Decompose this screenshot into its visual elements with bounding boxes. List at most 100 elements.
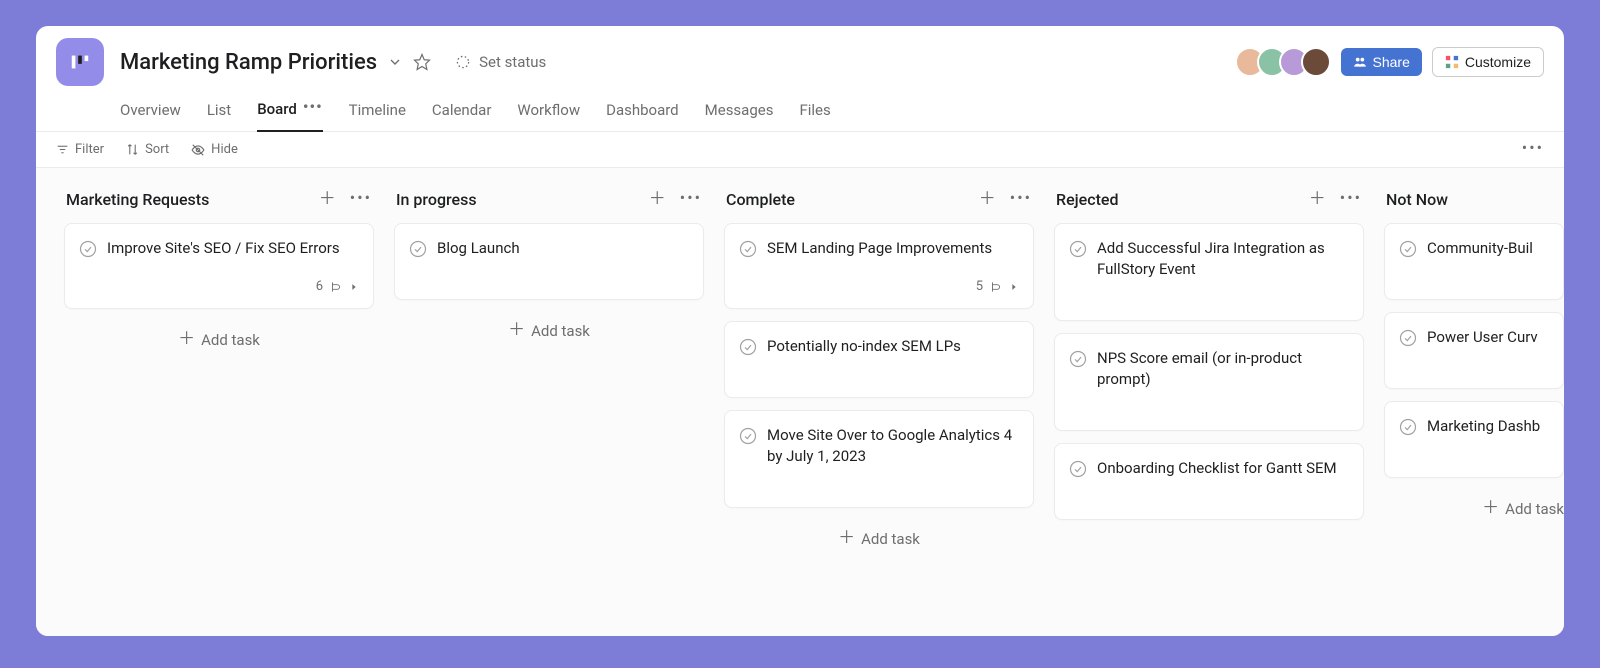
complete-check-icon[interactable] xyxy=(79,240,97,258)
complete-check-icon[interactable] xyxy=(1069,240,1087,258)
task-card[interactable]: Community-Buil xyxy=(1384,223,1564,300)
add-task-button[interactable]: ＋ Add task xyxy=(724,520,1034,558)
task-title: Community-Buil xyxy=(1427,238,1533,259)
card-meta: 5 xyxy=(739,279,1019,294)
tab-label: Board xyxy=(257,100,297,118)
sort-button[interactable]: Sort xyxy=(126,142,169,157)
tab-label: Messages xyxy=(705,101,774,119)
column-in-progress: In progress ＋ ••• Blog Launch ＋ Add task xyxy=(384,186,714,636)
status-ring-icon xyxy=(455,54,471,70)
tab-dashboard[interactable]: Dashboard xyxy=(606,92,679,131)
avatar[interactable] xyxy=(1301,47,1331,77)
task-title: Potentially no-index SEM LPs xyxy=(767,336,961,357)
tab-board[interactable]: Board ••• xyxy=(257,92,322,132)
complete-check-icon[interactable] xyxy=(1069,350,1087,368)
hide-button[interactable]: Hide xyxy=(191,142,238,157)
complete-check-icon[interactable] xyxy=(409,240,427,258)
complete-check-icon[interactable] xyxy=(739,240,757,258)
tab-files[interactable]: Files xyxy=(799,92,830,131)
card-meta: 6 xyxy=(79,279,359,294)
project-header: Marketing Ramp Priorities Set status xyxy=(36,26,1564,132)
filter-button[interactable]: Filter xyxy=(56,142,104,157)
add-task-label: Add task xyxy=(531,322,590,340)
share-button[interactable]: Share xyxy=(1341,48,1422,76)
board-area: Marketing Requests ＋ ••• Improve Site's … xyxy=(36,168,1564,636)
add-task-label: Add task xyxy=(1505,500,1564,518)
column-marketing-requests: Marketing Requests ＋ ••• Improve Site's … xyxy=(54,186,384,636)
task-card[interactable]: Marketing Dashb xyxy=(1384,401,1564,478)
set-status-button[interactable]: Set status xyxy=(455,53,546,71)
people-icon xyxy=(1353,55,1367,69)
column-rejected: Rejected ＋ ••• Add Successful Jira Integ… xyxy=(1044,186,1374,636)
title-wrap: Marketing Ramp Priorities Set status xyxy=(120,50,546,75)
column-title[interactable]: In progress xyxy=(396,190,477,209)
tab-label: Overview xyxy=(120,101,181,119)
sort-icon xyxy=(126,143,139,156)
filter-icon xyxy=(56,143,69,156)
header-top-row: Marketing Ramp Priorities Set status xyxy=(56,38,1544,86)
member-avatars[interactable] xyxy=(1243,47,1331,77)
customize-button[interactable]: Customize xyxy=(1432,47,1544,77)
column-header: Marketing Requests ＋ ••• xyxy=(64,186,374,223)
column-title[interactable]: Marketing Requests xyxy=(66,190,209,209)
set-status-label: Set status xyxy=(479,53,546,71)
subtasks-icon xyxy=(329,280,343,294)
board-toolbar: Filter Sort Hide ••• xyxy=(36,132,1564,168)
column-header: Complete ＋ ••• xyxy=(724,186,1034,223)
complete-check-icon[interactable] xyxy=(739,427,757,445)
task-title: Marketing Dashb xyxy=(1427,416,1540,437)
complete-check-icon[interactable] xyxy=(739,338,757,356)
task-card[interactable]: Move Site Over to Google Analytics 4 by … xyxy=(724,410,1034,508)
task-card[interactable]: Power User Curv xyxy=(1384,312,1564,389)
tab-overview[interactable]: Overview xyxy=(120,92,181,131)
complete-check-icon[interactable] xyxy=(1399,329,1417,347)
add-task-button[interactable]: ＋ Add task xyxy=(64,321,374,359)
tab-timeline[interactable]: Timeline xyxy=(349,92,406,131)
subtask-count: 5 xyxy=(976,279,983,294)
hide-label: Hide xyxy=(211,142,238,157)
tab-messages[interactable]: Messages xyxy=(705,92,774,131)
tab-label: Calendar xyxy=(432,101,492,119)
hide-icon xyxy=(191,143,205,157)
task-card[interactable]: Improve Site's SEO / Fix SEO Errors 6 xyxy=(64,223,374,309)
tab-list[interactable]: List xyxy=(207,92,231,131)
task-card[interactable]: NPS Score email (or in-product prompt) xyxy=(1054,333,1364,431)
tab-label: List xyxy=(207,101,231,119)
tab-calendar[interactable]: Calendar xyxy=(432,92,492,131)
column-title[interactable]: Rejected xyxy=(1056,190,1119,209)
customize-label: Customize xyxy=(1465,54,1531,70)
subtask-count: 6 xyxy=(316,279,323,294)
project-tabs: Overview List Board ••• Timeline Calenda… xyxy=(120,92,1544,131)
column-title[interactable]: Complete xyxy=(726,190,795,209)
column-complete: Complete ＋ ••• SEM Landing Page Improvem… xyxy=(714,186,1044,636)
complete-check-icon[interactable] xyxy=(1399,240,1417,258)
chevron-down-icon[interactable] xyxy=(387,54,403,70)
share-label: Share xyxy=(1373,54,1410,70)
complete-check-icon[interactable] xyxy=(1399,418,1417,436)
add-task-button[interactable]: ＋ Add task xyxy=(1384,490,1564,528)
task-title: SEM Landing Page Improvements xyxy=(767,238,992,259)
project-title[interactable]: Marketing Ramp Priorities xyxy=(120,50,377,75)
tab-workflow[interactable]: Workflow xyxy=(517,92,580,131)
column-header: In progress ＋ ••• xyxy=(394,186,704,223)
column-header: Rejected ＋ ••• xyxy=(1054,186,1364,223)
task-card[interactable]: Onboarding Checklist for Gantt SEM xyxy=(1054,443,1364,520)
tab-label: Dashboard xyxy=(606,101,679,119)
task-card[interactable]: Potentially no-index SEM LPs xyxy=(724,321,1034,398)
star-icon[interactable] xyxy=(413,53,431,71)
app-window: Marketing Ramp Priorities Set status xyxy=(36,26,1564,636)
expand-icon[interactable] xyxy=(349,282,359,292)
project-icon[interactable] xyxy=(56,38,104,86)
add-task-label: Add task xyxy=(201,331,260,349)
task-card[interactable]: SEM Landing Page Improvements 5 xyxy=(724,223,1034,309)
task-card[interactable]: Blog Launch xyxy=(394,223,704,300)
complete-check-icon[interactable] xyxy=(1069,460,1087,478)
add-task-button[interactable]: ＋ Add task xyxy=(394,312,704,350)
board-glyph-icon xyxy=(69,51,91,73)
task-title: Onboarding Checklist for Gantt SEM xyxy=(1097,458,1337,479)
task-card[interactable]: Add Successful Jira Integration as FullS… xyxy=(1054,223,1364,321)
column-title[interactable]: Not Now xyxy=(1386,190,1448,209)
column-header: Not Now xyxy=(1384,186,1564,223)
task-title: Improve Site's SEO / Fix SEO Errors xyxy=(107,238,340,259)
expand-icon[interactable] xyxy=(1009,282,1019,292)
